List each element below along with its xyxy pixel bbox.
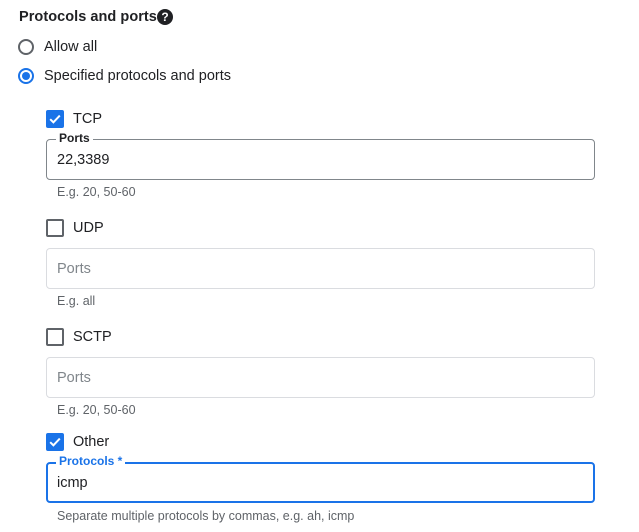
tcp-ports-input[interactable] (57, 151, 577, 169)
sctp-ports-hint: E.g. 20, 50-60 (57, 403, 136, 417)
checkmark-icon (49, 114, 61, 124)
checkbox-udp-label: UDP (73, 220, 104, 236)
tcp-ports-field[interactable]: Ports (46, 131, 595, 180)
sctp-ports-field[interactable] (46, 357, 595, 398)
checkbox-unchecked-icon[interactable] (46, 219, 64, 237)
checkbox-sctp-label: SCTP (73, 329, 112, 345)
checkbox-checked-icon[interactable] (46, 433, 64, 451)
checkbox-udp[interactable]: UDP (46, 218, 104, 238)
radio-specified-protocols[interactable]: Specified protocols and ports (18, 65, 231, 87)
radio-unchecked-icon[interactable] (18, 39, 34, 55)
radio-specified-label: Specified protocols and ports (44, 68, 231, 84)
checkbox-tcp-label: TCP (73, 111, 102, 127)
checkbox-other[interactable]: Other (46, 432, 109, 452)
tcp-ports-hint: E.g. 20, 50-60 (57, 185, 136, 199)
checkmark-icon (49, 437, 61, 447)
radio-allow-all[interactable]: Allow all (18, 36, 97, 58)
other-protocols-hint: Separate multiple protocols by commas, e… (57, 509, 355, 523)
checkbox-unchecked-icon[interactable] (46, 328, 64, 346)
udp-ports-input[interactable] (57, 260, 577, 278)
other-protocols-label: Protocols * (56, 454, 126, 468)
tcp-ports-label: Ports (56, 131, 93, 145)
protocols-and-ports-section: Protocols and ports ? Allow all Specifie… (0, 0, 639, 532)
sctp-ports-input[interactable] (57, 369, 577, 387)
checkbox-tcp[interactable]: TCP (46, 109, 102, 129)
checkbox-checked-icon[interactable] (46, 110, 64, 128)
radio-allow-all-label: Allow all (44, 39, 98, 55)
radio-checked-icon[interactable] (18, 68, 34, 84)
udp-ports-field[interactable] (46, 248, 595, 289)
checkbox-other-label: Other (73, 434, 110, 450)
section-title: Protocols and ports (19, 9, 157, 25)
help-icon[interactable]: ? (157, 9, 173, 25)
udp-ports-hint: E.g. all (57, 294, 96, 308)
other-protocols-field[interactable]: Protocols * (46, 454, 595, 503)
other-protocols-input[interactable] (57, 474, 577, 492)
checkbox-sctp[interactable]: SCTP (46, 327, 112, 347)
